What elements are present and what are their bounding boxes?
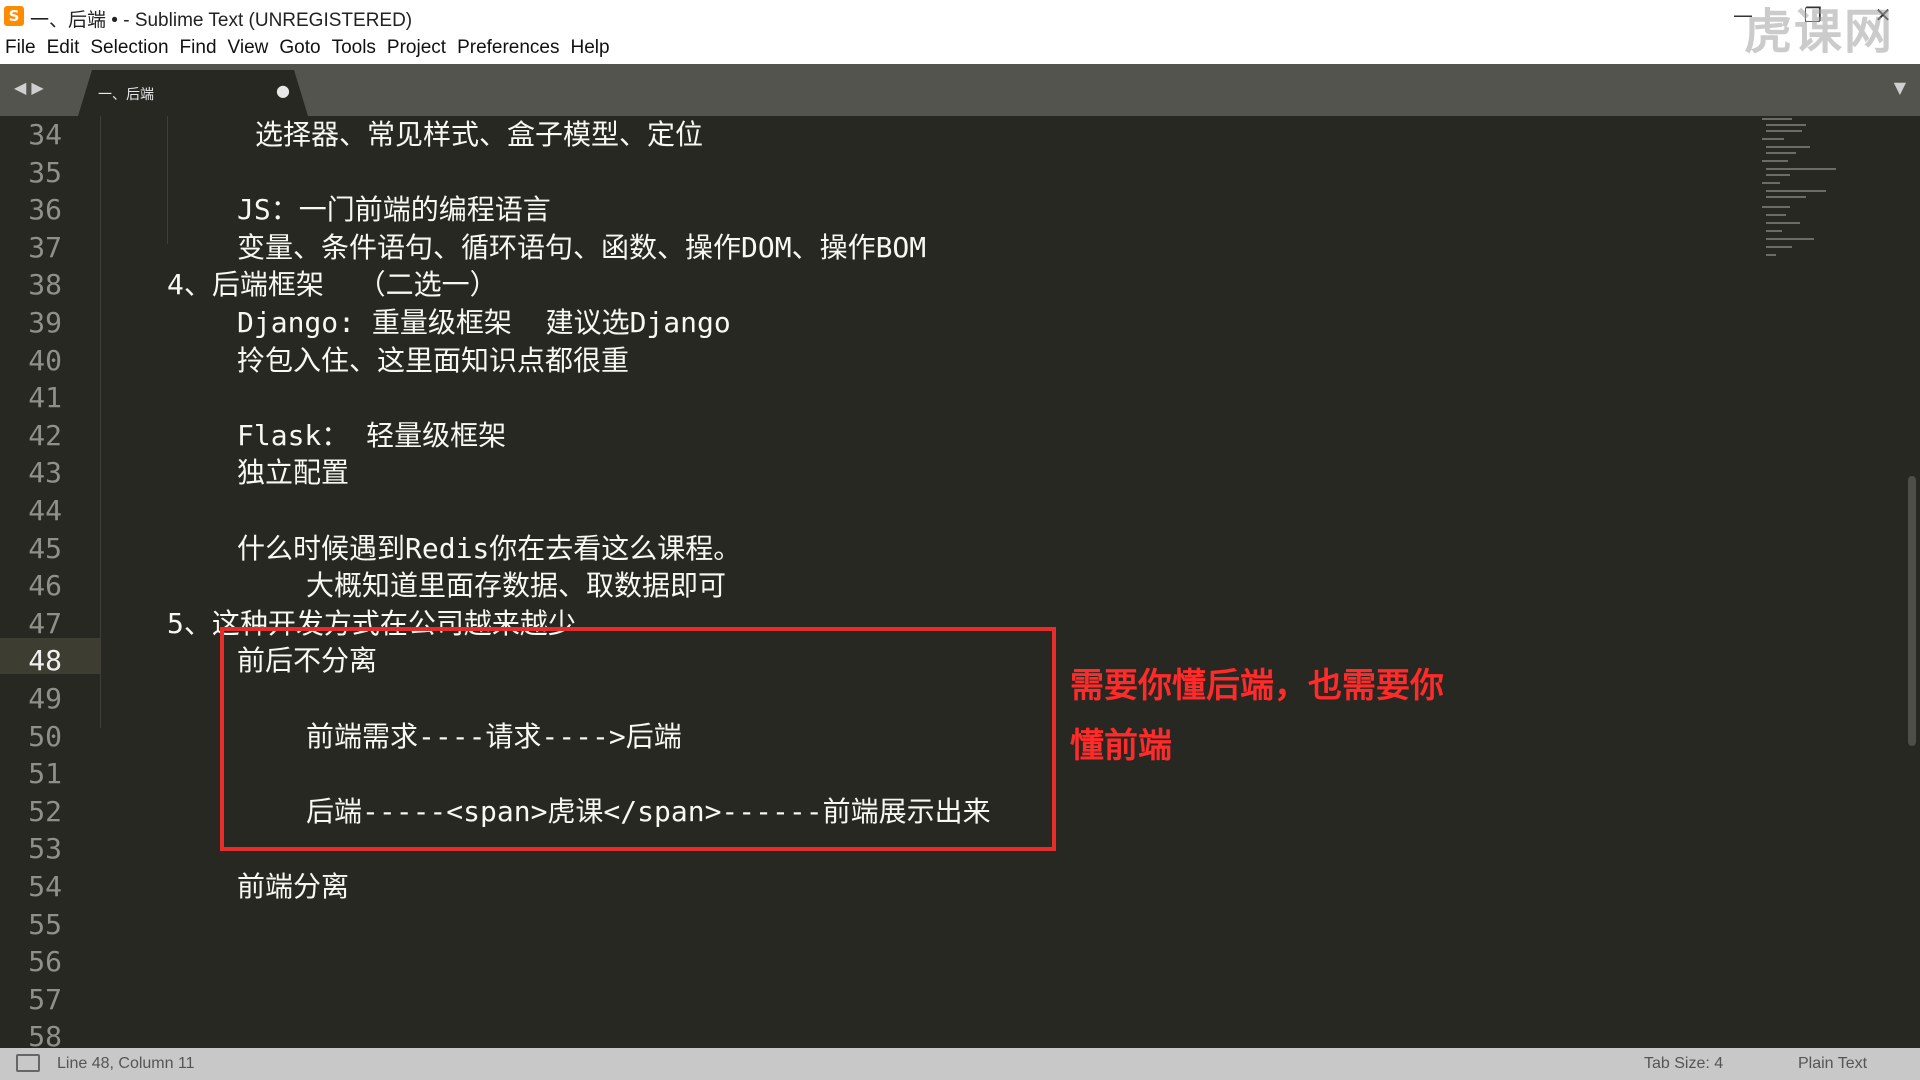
menu-edit[interactable]: Edit [47, 37, 87, 59]
menu-project[interactable]: Project [387, 37, 453, 59]
code-line: 4、后端框架 （二选一） [167, 268, 498, 302]
code-line: 变量、条件语句、循环语句、函数、操作DOM、操作BOM [237, 230, 927, 264]
line-number: 57 [28, 982, 62, 1016]
window-title: 一、后端 • - Sublime Text (UNREGISTERED) [30, 10, 413, 31]
code-line: 什么时候遇到Redis你在去看这么课程。 [237, 531, 742, 565]
code-line: 独立配置 [237, 456, 350, 490]
minimap-line [1766, 174, 1790, 176]
cursor-position: Line 48, Column 11 [57, 1055, 195, 1072]
syntax-selector[interactable]: Plain Text [1798, 1055, 1867, 1073]
minimap-line [1766, 168, 1836, 170]
title-bar: S 一、后端 • - Sublime Text (UNREGISTERED) 虎… [0, 0, 1920, 60]
line-number: 58 [28, 1020, 62, 1048]
minimap-line [1766, 190, 1826, 192]
line-number: 35 [28, 155, 62, 189]
tab-nav-arrows-icon[interactable]: ◀ ▶ [14, 78, 44, 97]
tab-dropdown-icon[interactable]: ▼ [1894, 78, 1906, 97]
minimap-line [1766, 246, 1792, 248]
minimap-line [1766, 238, 1814, 240]
line-number: 39 [28, 306, 62, 339]
tab-bar: ◀ ▶ 一、后端 ● ▼ [0, 64, 1920, 116]
line-number: 43 [28, 456, 62, 490]
menu-bar: File Edit Selection Find View Goto Tools… [0, 32, 1920, 64]
tab-active-file[interactable]: 一、后端 ● [78, 70, 308, 116]
line-number: 54 [28, 870, 62, 903]
code-line: 前端分离 [237, 870, 350, 903]
unsaved-dot-icon[interactable]: ● [276, 81, 290, 100]
minimap-line [1766, 146, 1810, 148]
line-number-gutter: 34 35 36 37 38 39 40 41 42 43 44 45 46 4… [0, 116, 100, 1048]
line-number: 45 [28, 531, 62, 565]
line-number: 46 [28, 569, 62, 603]
line-number: 34 [28, 118, 62, 151]
scrollbar-thumb[interactable] [1908, 476, 1916, 746]
minimap-line [1766, 214, 1786, 216]
code-line: 大概知道里面存数据、取数据即可 [306, 569, 727, 603]
code-line: 选择器、常见样式、盒子模型、定位 [255, 118, 704, 151]
menu-preferences[interactable]: Preferences [457, 37, 566, 59]
menu-tools[interactable]: Tools [332, 37, 383, 59]
code-line: Django: 重量级框架 建议选Django [237, 306, 731, 339]
minimap-line [1766, 152, 1796, 154]
menu-view[interactable]: View [228, 37, 276, 59]
minimap-line [1766, 222, 1800, 224]
minimize-button[interactable]: — [1718, 0, 1768, 32]
line-number: 49 [28, 682, 62, 715]
menu-selection[interactable]: Selection [90, 37, 175, 59]
line-number: 44 [28, 494, 62, 527]
minimap-line [1766, 196, 1806, 198]
minimap-line [1766, 124, 1806, 126]
line-number: 41 [28, 381, 62, 415]
menu-find[interactable]: Find [180, 37, 224, 59]
menu-goto[interactable]: Goto [279, 37, 327, 59]
menu-file[interactable]: File [5, 37, 43, 59]
panel-toggle-icon[interactable] [16, 1054, 40, 1072]
minimap-line [1762, 118, 1792, 120]
vertical-scrollbar[interactable] [1904, 116, 1920, 1048]
minimap-line [1762, 138, 1784, 140]
maximize-button[interactable]: ❐ [1788, 0, 1838, 32]
minimap-line [1766, 230, 1782, 232]
line-number: 53 [28, 832, 62, 866]
line-number: 42 [28, 418, 62, 452]
status-bar: Line 48, Column 11 Tab Size: 4 Plain Tex… [0, 1048, 1920, 1080]
minimap-line [1762, 206, 1790, 208]
line-number: 52 [28, 794, 62, 828]
line-number: 55 [28, 907, 62, 941]
minimap-line [1762, 160, 1788, 162]
line-number: 37 [28, 230, 62, 264]
sublime-logo-icon: S [4, 6, 24, 26]
line-number-current: 48 [28, 644, 62, 678]
close-button[interactable]: ✕ [1858, 0, 1908, 32]
code-line: 拎包入住、这里面知识点都很重 [237, 343, 630, 377]
code-line: Flask： 轻量级框架 [237, 418, 507, 452]
annotation-highlight-box [220, 627, 1056, 851]
line-number: 51 [28, 757, 62, 791]
editor-area[interactable]: 34 35 36 37 38 39 40 41 42 43 44 45 46 4… [0, 116, 1920, 1048]
line-number: 40 [28, 343, 62, 377]
annotation-note: 需要你懂后端，也需要你懂前端 [1070, 666, 1444, 766]
minimap-line [1766, 254, 1776, 256]
minimap-line [1762, 182, 1780, 184]
code-line: JS：一门前端的编程语言 [237, 193, 551, 227]
line-number: 47 [28, 606, 62, 640]
tab-size-selector[interactable]: Tab Size: 4 [1644, 1055, 1723, 1073]
indent-guide [167, 116, 168, 244]
line-number: 36 [28, 193, 62, 227]
line-number: 50 [28, 719, 62, 753]
indent-guide [100, 116, 101, 728]
minimap[interactable] [1760, 116, 1880, 286]
line-number: 56 [28, 945, 62, 979]
minimap-line [1766, 130, 1802, 132]
tab-title: 一、后端 [98, 87, 154, 103]
menu-help[interactable]: Help [571, 37, 617, 59]
line-number: 38 [28, 268, 62, 302]
